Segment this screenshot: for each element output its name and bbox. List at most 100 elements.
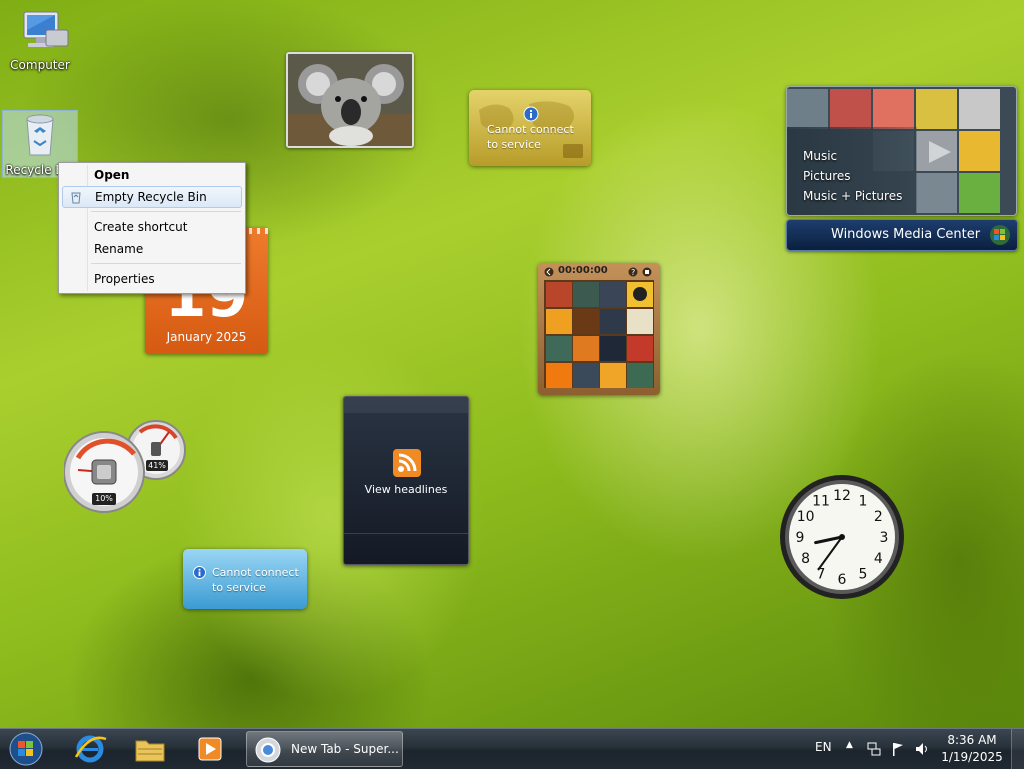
info-icon [523,106,539,122]
media-center-launch-bar[interactable]: Windows Media Center [786,219,1018,251]
clock-number: 6 [838,572,847,588]
puzzle-piece[interactable] [573,336,599,361]
cpu-meter-dials [63,420,186,513]
windows-logo-icon [990,225,1010,245]
media-tile [787,89,828,129]
media-player-icon [198,737,222,761]
clock-face: 12 1234567891011 [780,475,904,599]
context-menu: Open Empty Recycle Bin Create shortcut R… [58,162,246,294]
desktop-icon-label: Computer [10,58,70,72]
puzzle-piece[interactable] [546,336,572,361]
action-center-flag-icon[interactable] [890,741,906,757]
calendar-month-year: January 2025 [166,330,247,344]
slideshow-gadget[interactable] [286,52,414,148]
desktop[interactable]: Computer Recycle Bin Cannot connect to s… [0,0,1024,728]
rss-icon [393,449,421,477]
browser-icon [255,737,281,763]
recycle-bin-icon [26,114,54,156]
weather-error-line2: to service [212,581,266,594]
puzzle-piece[interactable] [627,309,653,334]
media-center-title: Windows Media Center [831,227,981,242]
task-label: New Tab - Super... [291,742,399,756]
menu-item-label: Empty Recycle Bin [95,190,207,204]
menu-separator [91,263,241,264]
play-icon [929,141,951,163]
clock-number: 2 [874,509,883,525]
media-tile [959,131,1000,171]
clock-number: 4 [874,551,883,567]
weather-gadget-small[interactable]: Cannot connect to service [183,549,307,609]
taskbar-internet-explorer[interactable] [68,731,112,767]
desktop-icon-computer[interactable]: Computer [8,8,72,76]
clock-number: 5 [859,566,868,582]
puzzle-piece[interactable] [573,282,599,307]
cpu-meter-gadget[interactable]: 10% 41% [63,420,188,514]
media-tile [959,89,1000,129]
clock-number: 8 [801,551,810,567]
weather-error-line2: to service [487,138,541,151]
puzzle-board [544,280,654,388]
clock-date[interactable]: 1/19/2025 [940,750,1004,764]
network-icon[interactable] [866,741,882,757]
show-hidden-icons-button[interactable]: ▲ [846,740,853,750]
puzzle-piece[interactable] [600,363,626,388]
puzzle-piece[interactable] [627,282,653,307]
media-center-gadget[interactable]: Music Pictures Music + Pictures [786,86,1017,216]
menu-item-create-shortcut[interactable]: Create shortcut [62,216,242,238]
volume-icon[interactable] [914,741,930,757]
view-headlines-link[interactable]: View headlines [344,483,468,496]
puzzle-piece[interactable] [573,363,599,388]
menu-item-rename[interactable]: Rename [62,238,242,260]
menu-item-properties[interactable]: Properties [62,268,242,290]
picture-icon[interactable] [642,267,652,277]
weather-error-line1: Cannot connect [212,566,299,579]
puzzle-piece[interactable] [546,363,572,388]
media-tile [873,89,914,129]
menu-item-empty-recycle-bin[interactable]: Empty Recycle Bin [62,186,242,208]
clock-time[interactable]: 8:36 AM [944,733,1000,747]
media-center-music-pictures[interactable]: Music + Pictures [803,189,902,203]
taskbar-task-new-tab[interactable]: New Tab - Super... [246,731,403,767]
svg-text:?: ? [631,268,635,277]
clock-number: 11 [812,494,830,510]
feed-header [344,397,468,413]
picture-puzzle-gadget[interactable]: 00:00:00 ? [538,263,660,395]
folder-icon [135,740,165,762]
puzzle-piece[interactable] [600,309,626,334]
puzzle-piece[interactable] [627,336,653,361]
puzzle-piece[interactable] [600,336,626,361]
clock-number: 12 [833,488,851,504]
recycle-bin-small-icon [71,192,81,204]
media-tile [916,173,957,213]
internet-explorer-icon [74,735,107,763]
taskbar-windows-explorer[interactable] [128,731,172,767]
feed-headlines-gadget[interactable]: View headlines [343,396,469,565]
puzzle-piece[interactable] [546,282,572,307]
taskbar: New Tab - Super... EN ▲ 8:36 AM 1/19/202… [0,728,1024,769]
memory-percent: 41% [146,460,168,471]
clock-number: 9 [796,530,805,546]
puzzle-piece[interactable] [546,309,572,334]
media-tile [916,89,957,129]
puzzle-timer: 00:00:00 [558,265,608,276]
taskbar-media-player[interactable] [188,731,232,767]
triangle-up-icon: ▲ [846,740,853,750]
help-icon[interactable]: ? [628,267,638,277]
menu-item-open[interactable]: Open [62,164,242,186]
media-center-pictures[interactable]: Pictures [803,169,851,183]
media-tile [830,89,871,129]
language-indicator[interactable]: EN [815,740,832,754]
weather-gadget[interactable]: Cannot connect to service [469,90,591,166]
weather-error-line1: Cannot connect [487,123,574,136]
info-icon [193,566,206,579]
show-desktop-button[interactable] [1011,729,1024,769]
puzzle-piece[interactable] [627,363,653,388]
media-center-music[interactable]: Music [803,149,837,163]
media-tile [959,173,1000,213]
windows-orb-icon [9,732,43,766]
clock-gadget[interactable]: 12 1 2 3 4 5 6 7 8 9 10 11 [779,474,905,600]
puzzle-piece [573,309,599,334]
start-button[interactable] [4,731,48,767]
back-icon[interactable] [544,267,554,277]
puzzle-piece[interactable] [600,282,626,307]
